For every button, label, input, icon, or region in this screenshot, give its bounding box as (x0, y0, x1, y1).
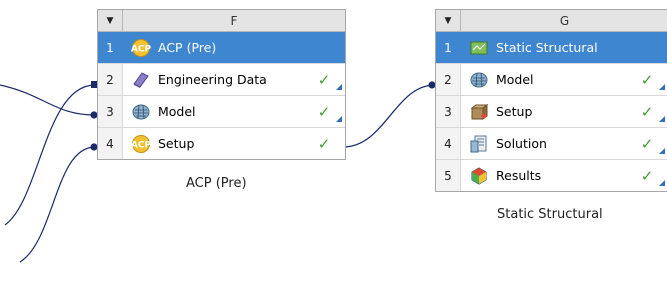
system-header: ▼ F (98, 10, 345, 32)
cell-label: Model (496, 72, 534, 87)
cell-label: Solution (496, 136, 547, 151)
check-icon: ✓ (640, 134, 654, 153)
cell-label: ACP (Pre) (158, 40, 217, 55)
cell-corner-arrow-icon (658, 64, 667, 95)
check-icon: ✓ (640, 70, 654, 89)
system-menu-button[interactable]: ▼ (98, 10, 123, 31)
system-header: ▼ G (436, 10, 667, 32)
cell-setup[interactable]: 4 ACP Setup ✓ (98, 128, 345, 159)
check-icon: ✓ (640, 166, 654, 185)
svg-text:ACP: ACP (131, 44, 151, 54)
acp-icon: ACP (131, 38, 151, 57)
system-caption[interactable]: Static Structural (497, 207, 603, 222)
cell-label: Results (496, 168, 542, 183)
cell-setup[interactable]: 3 Setup ✓ (436, 96, 667, 128)
cell-solution[interactable]: 4 Solution ✓ (436, 128, 667, 160)
row-number: 4 (98, 128, 123, 159)
connection-line (342, 84, 436, 148)
cell-engineering-data[interactable]: 2 Engineering Data ✓ (98, 64, 345, 96)
system-menu-button[interactable]: ▼ (436, 10, 461, 31)
check-icon: ✓ (317, 134, 331, 153)
engineering-data-icon (133, 71, 149, 88)
cell-label: Setup (496, 104, 533, 119)
row-number: 3 (98, 96, 123, 127)
row-number: 1 (436, 32, 461, 63)
cell-corner-arrow-icon (658, 160, 667, 191)
row-number: 3 (436, 96, 461, 127)
row-number: 2 (98, 64, 123, 95)
system-caption[interactable]: ACP (Pre) (186, 176, 247, 191)
system-block-f[interactable]: ▼ F 1 ACP ACP (Pre) 2 Engineering Data ✓… (97, 9, 346, 160)
connection-line (19, 146, 96, 263)
cell-label: Engineering Data (158, 72, 267, 87)
check-icon: ✓ (317, 70, 331, 89)
setup-icon (470, 103, 489, 120)
system-block-g[interactable]: ▼ G 1 Static Structural 2 Model ✓ 3 Setu… (435, 9, 667, 192)
solution-icon (470, 135, 487, 152)
check-icon: ✓ (640, 102, 654, 121)
svg-text:ACP: ACP (131, 140, 151, 150)
cell-corner-arrow-icon (335, 64, 345, 95)
model-icon (470, 72, 488, 87)
static-structural-icon (470, 41, 488, 54)
acp-setup-icon: ACP (131, 134, 151, 153)
row-number: 4 (436, 128, 461, 159)
cell-label: Setup (158, 136, 195, 151)
system-letter: G (559, 13, 570, 28)
row-number: 5 (436, 160, 461, 191)
row-number: 1 (98, 32, 123, 63)
results-icon (471, 166, 487, 185)
cell-model[interactable]: 2 Model ✓ (436, 64, 667, 96)
cell-label: Model (158, 104, 196, 119)
connection-line (4, 84, 96, 226)
cell-label: Static Structural (496, 40, 598, 55)
cell-results[interactable]: 5 Results ✓ (436, 160, 667, 191)
system-letter: F (230, 13, 238, 28)
cell-acp-pre[interactable]: 1 ACP ACP (Pre) (98, 32, 345, 64)
row-number: 2 (436, 64, 461, 95)
model-icon (132, 104, 150, 119)
cell-model[interactable]: 3 Model ✓ (98, 96, 345, 128)
cell-static-structural[interactable]: 1 Static Structural (436, 32, 667, 64)
cell-corner-arrow-icon (658, 96, 667, 127)
connection-line (0, 84, 96, 116)
cell-corner-arrow-icon (658, 128, 667, 159)
cell-corner-arrow-icon (335, 96, 345, 127)
check-icon: ✓ (317, 102, 331, 121)
